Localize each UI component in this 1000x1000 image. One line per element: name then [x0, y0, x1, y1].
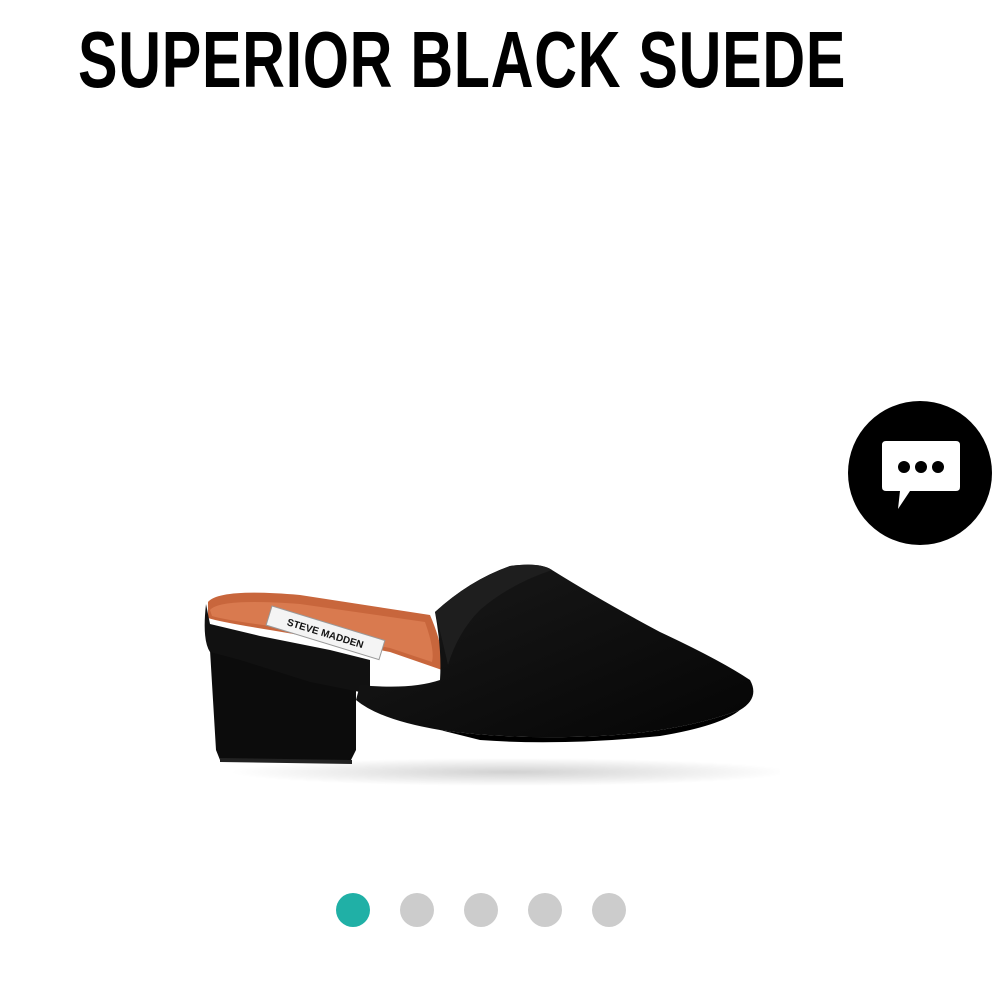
product-image: STEVE MADDEN [180, 540, 790, 800]
carousel-dot-4[interactable] [528, 893, 562, 927]
chat-bubble-icon [882, 441, 960, 509]
carousel-dot-5[interactable] [592, 893, 626, 927]
carousel-dot-3[interactable] [464, 893, 498, 927]
carousel-dot-2[interactable] [400, 893, 434, 927]
carousel-dot-1[interactable] [336, 893, 370, 927]
chat-button[interactable] [848, 401, 992, 545]
carousel-dots [336, 893, 636, 929]
product-title: SUPERIOR BLACK SUEDE [78, 15, 847, 104]
